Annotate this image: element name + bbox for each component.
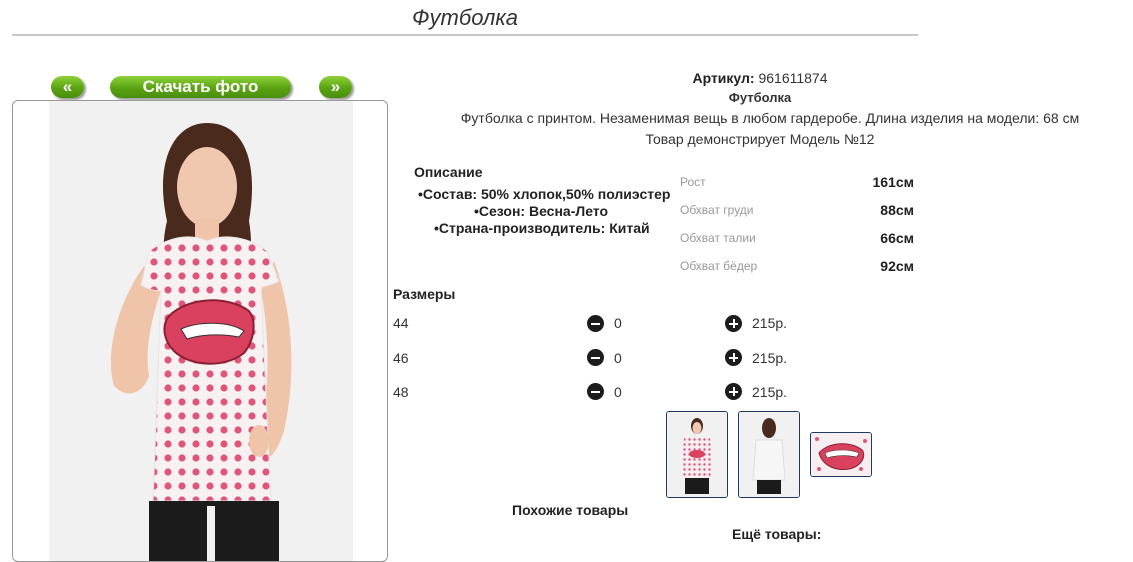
main-product-photo[interactable] bbox=[49, 101, 353, 561]
price-46: 215р. bbox=[752, 350, 788, 366]
thumbnail-front[interactable] bbox=[666, 411, 728, 498]
quantity-48: 0 bbox=[614, 384, 622, 400]
main-photo-frame bbox=[12, 100, 388, 562]
sizes-title: Размеры bbox=[393, 286, 456, 302]
title-divider bbox=[12, 34, 918, 36]
thumbnail-print-detail[interactable] bbox=[810, 432, 872, 477]
country-item: Страна-производитель: Китай bbox=[434, 220, 650, 236]
price-48: 215р. bbox=[752, 384, 788, 400]
quantity-44: 0 bbox=[614, 315, 622, 331]
minus-icon[interactable] bbox=[587, 383, 604, 400]
model-info: Товар демонстрирует Модель №12 bbox=[645, 131, 875, 147]
waist-value: 66см bbox=[880, 230, 914, 246]
quantity-46: 0 bbox=[614, 350, 622, 366]
size-label-46: 46 bbox=[393, 350, 409, 366]
next-photo-button[interactable]: » bbox=[319, 76, 352, 98]
size-label-44: 44 bbox=[393, 315, 409, 331]
download-photo-button[interactable]: Скачать фото bbox=[110, 76, 291, 98]
hips-value: 92см bbox=[880, 258, 914, 274]
minus-icon[interactable] bbox=[587, 315, 604, 332]
plus-icon[interactable] bbox=[725, 315, 742, 332]
chest-value: 88см bbox=[880, 202, 914, 218]
product-name: Футболка bbox=[728, 90, 792, 105]
minus-icon[interactable] bbox=[587, 349, 604, 366]
article-value: 961611874 bbox=[758, 70, 828, 86]
thumbnail-back-image bbox=[739, 412, 799, 497]
hips-label: Обхват бёдер bbox=[680, 259, 758, 273]
product-description: Футболка с принтом. Незаменимая вещь в л… bbox=[460, 110, 1080, 126]
description-title: Описание bbox=[414, 164, 483, 180]
height-label: Рост bbox=[680, 175, 706, 189]
thumbnail-print-image bbox=[811, 433, 871, 476]
article-label: Артикул: bbox=[692, 70, 755, 86]
plus-icon[interactable] bbox=[725, 383, 742, 400]
model-photo-illustration bbox=[49, 101, 353, 561]
thumbnail-front-image bbox=[667, 412, 727, 497]
height-value: 161см bbox=[872, 174, 914, 190]
article-line: Артикул: 961611874 bbox=[640, 70, 880, 86]
prev-photo-button[interactable]: « bbox=[51, 76, 84, 98]
waist-label: Обхват талии bbox=[680, 231, 756, 245]
plus-icon[interactable] bbox=[725, 349, 742, 366]
chest-label: Обхват груди bbox=[680, 203, 754, 217]
thumbnail-back[interactable] bbox=[738, 411, 800, 498]
season-item: Сезон: Весна-Лето bbox=[474, 203, 608, 219]
page-title: Футболка bbox=[412, 5, 518, 30]
price-44: 215р. bbox=[752, 315, 788, 331]
more-products-heading: Ещё товары: bbox=[732, 526, 822, 542]
similar-products-heading: Похожие товары bbox=[512, 502, 629, 518]
composition-item: Состав: 50% хлопок,50% полиэстер bbox=[418, 186, 671, 202]
size-label-48: 48 bbox=[393, 384, 409, 400]
